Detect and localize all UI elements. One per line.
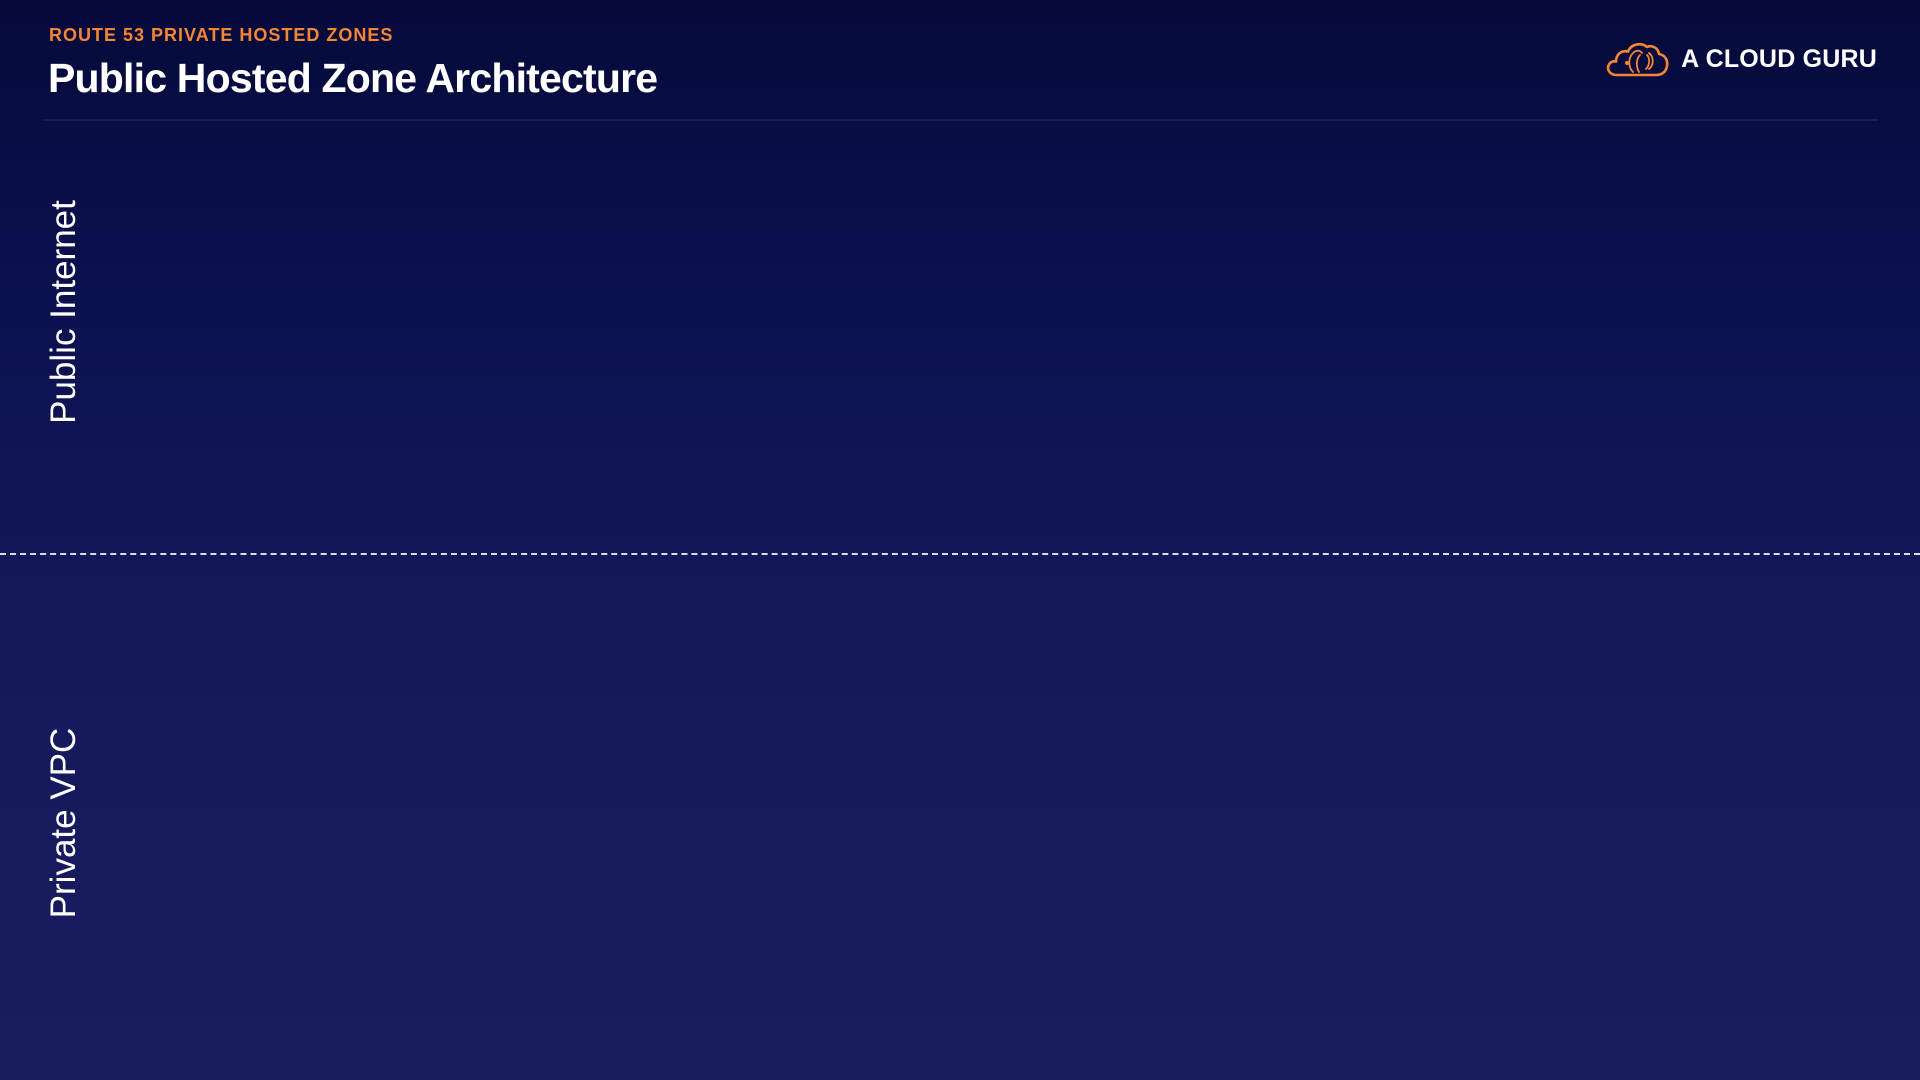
public-internet-label: Public Internet: [44, 200, 83, 424]
private-vpc-label: Private VPC: [44, 727, 83, 919]
brand-name: A CLOUD GURU: [1681, 44, 1877, 73]
header-divider: [43, 119, 1878, 121]
cloud-logo-icon: [1606, 42, 1669, 77]
brand: A CLOUD GURU: [1605, 37, 1877, 81]
network-boundary-line: [0, 553, 1920, 555]
section-eyebrow: ROUTE 53 PRIVATE HOSTED ZONES: [49, 25, 394, 45]
page-title: Public Hosted Zone Architecture: [48, 55, 658, 101]
